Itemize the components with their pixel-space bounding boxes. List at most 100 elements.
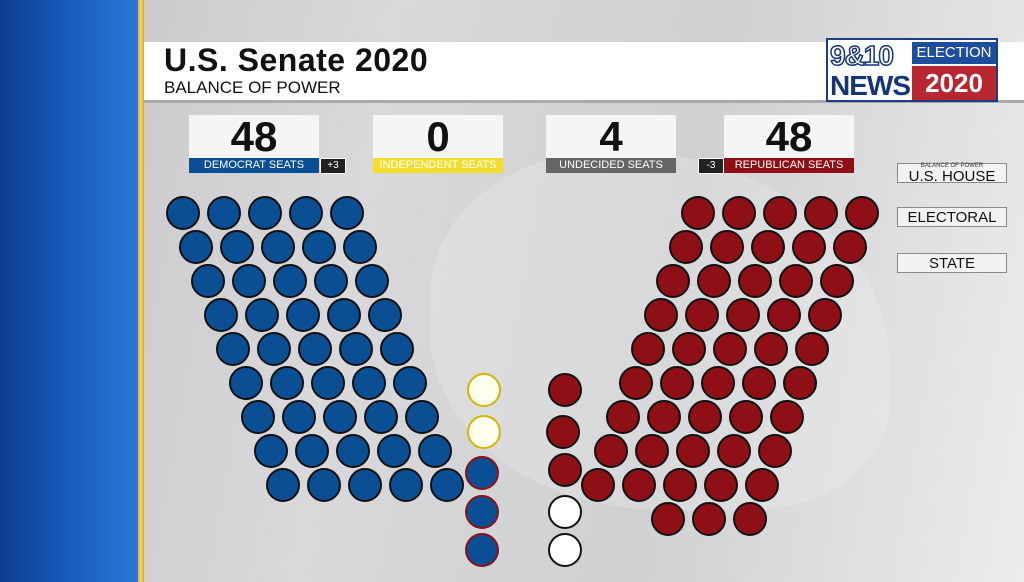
republican-seat: [548, 453, 582, 487]
democrat-seat: [430, 468, 464, 502]
democrat-seat: [465, 456, 499, 490]
republican-seat: [795, 332, 829, 366]
republican-seat: [716, 434, 751, 468]
democrat-seat: [232, 264, 266, 298]
democrat-seat: [355, 264, 389, 298]
republican-seat: [745, 468, 779, 502]
republican-seat: [634, 434, 669, 468]
republican-seat: [681, 196, 715, 230]
democrat-seat: [392, 366, 427, 400]
democrat-seat: [257, 332, 291, 366]
republican-seat: [546, 415, 580, 449]
democrat-seat: [266, 468, 300, 502]
democrat-seat: [389, 468, 423, 502]
democrat-seat: [191, 264, 225, 298]
republican-seat: [732, 502, 767, 536]
democrat-seat: [216, 332, 250, 366]
democrat-seat: [364, 400, 398, 434]
democrat-seat: [178, 230, 213, 264]
republican-seat: [618, 366, 653, 400]
democrat-seat: [301, 230, 336, 264]
senate-seat-chart: [0, 0, 1024, 582]
democrat-seat: [348, 468, 382, 502]
republican-seat: [691, 502, 726, 536]
republican-seat: [709, 230, 744, 264]
republican-seat: [548, 373, 582, 407]
democrat-seat: [339, 332, 373, 366]
republican-seat: [845, 196, 879, 230]
democrat-seat: [367, 298, 402, 332]
republican-seat: [704, 468, 738, 502]
republican-seat: [820, 264, 854, 298]
democrat-seat: [326, 298, 361, 332]
republican-seat: [643, 298, 678, 332]
democrat-seat: [330, 196, 364, 230]
democrat-seat: [285, 298, 320, 332]
democrat-seat: [294, 434, 329, 468]
republican-seat: [779, 264, 813, 298]
democrat-seat: [244, 298, 279, 332]
undecided-seat: [467, 373, 501, 407]
republican-seat: [713, 332, 747, 366]
republican-seat: [697, 264, 731, 298]
democrat-seat: [405, 400, 439, 434]
democrat-seat: [203, 298, 238, 332]
democrat-seat: [248, 196, 282, 230]
democrat-seat: [241, 400, 275, 434]
democrat-seat: [310, 366, 345, 400]
republican-seat: [757, 434, 792, 468]
republican-seat: [804, 196, 838, 230]
republican-seat: [631, 332, 665, 366]
republican-seat: [675, 434, 710, 468]
democrat-seat: [253, 434, 288, 468]
republican-seat: [672, 332, 706, 366]
republican-seat: [684, 298, 719, 332]
republican-seat: [763, 196, 797, 230]
democrat-seat: [282, 400, 316, 434]
democrat-seat: [376, 434, 411, 468]
democrat-seat: [307, 468, 341, 502]
democrat-seat: [273, 264, 307, 298]
republican-seat: [656, 264, 690, 298]
republican-seat: [581, 468, 615, 502]
democrat-seat: [219, 230, 254, 264]
republican-seat: [754, 332, 788, 366]
democrat-seat: [260, 230, 295, 264]
republican-seat: [622, 468, 656, 502]
republican-seat: [832, 230, 867, 264]
republican-seat: [750, 230, 785, 264]
republican-seat: [741, 366, 776, 400]
republican-seat: [729, 400, 763, 434]
democrat-seat: [380, 332, 414, 366]
undecided-seat: [467, 415, 501, 449]
republican-seat: [738, 264, 772, 298]
undecided-seat: [548, 495, 582, 529]
republican-seat: [659, 366, 694, 400]
republican-seat: [606, 400, 640, 434]
republican-seat: [722, 196, 756, 230]
republican-seat: [807, 298, 842, 332]
democrat-seat: [465, 533, 499, 567]
republican-seat: [791, 230, 826, 264]
republican-seat: [782, 366, 817, 400]
undecided-seat: [548, 533, 582, 567]
democrat-seat: [207, 196, 241, 230]
republican-seat: [650, 502, 685, 536]
democrat-seat: [351, 366, 386, 400]
democrat-seat: [417, 434, 452, 468]
republican-seat: [593, 434, 628, 468]
republican-seat: [725, 298, 760, 332]
republican-seat: [700, 366, 735, 400]
democrat-seat: [269, 366, 304, 400]
democrat-seat: [314, 264, 348, 298]
republican-seat: [770, 400, 804, 434]
democrat-seat: [166, 196, 200, 230]
republican-seat: [647, 400, 681, 434]
democrat-seat: [323, 400, 357, 434]
republican-seat: [663, 468, 697, 502]
republican-seat: [668, 230, 703, 264]
democrat-seat: [289, 196, 323, 230]
republican-seat: [766, 298, 801, 332]
democrat-seat: [342, 230, 377, 264]
democrat-seat: [465, 495, 499, 529]
